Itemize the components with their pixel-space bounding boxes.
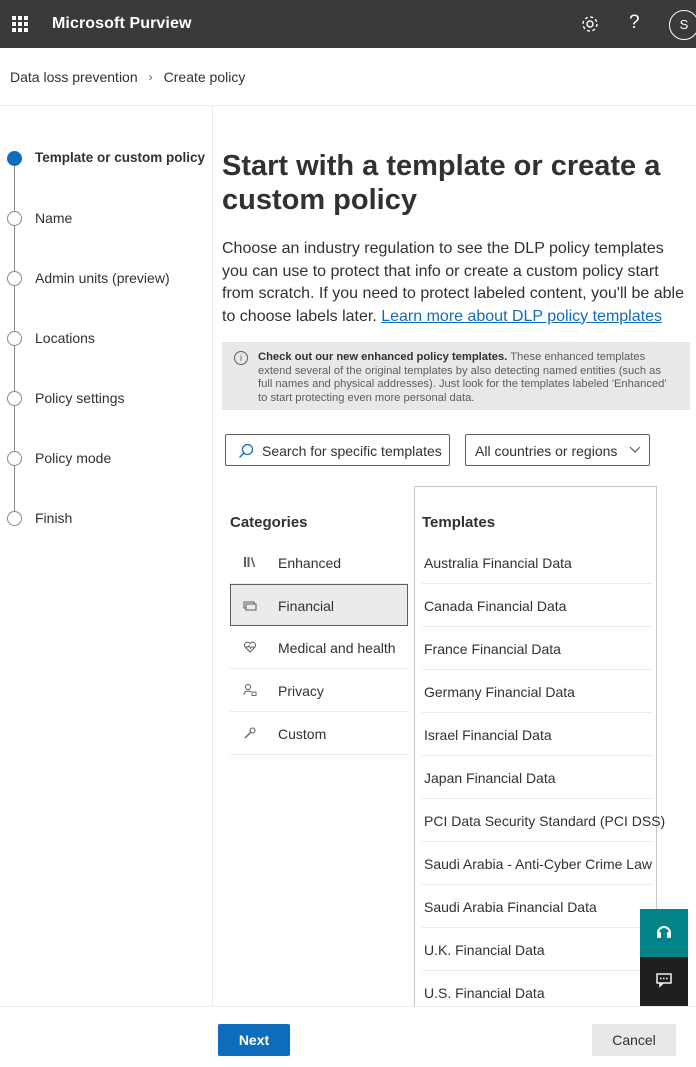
search-placeholder: Search for specific templates [262, 443, 442, 459]
templates-list: Australia Financial Data Canada Financia… [422, 541, 665, 1014]
step-label: Policy mode [35, 450, 112, 466]
template-item[interactable]: France Financial Data [422, 627, 652, 670]
categories-list: Enhanced Financial Medical and health Pr… [230, 541, 408, 755]
money-icon [243, 601, 257, 611]
heart-icon [243, 641, 257, 653]
person-lock-icon [243, 684, 257, 696]
page-title: Start with a template or create a custom… [222, 150, 661, 216]
step-label: Locations [35, 330, 95, 346]
breadcrumb-dlp[interactable]: Data loss prevention [10, 69, 138, 85]
chevron-down-icon [629, 446, 641, 453]
chevron-right-icon: › [148, 70, 153, 84]
step-label: Finish [35, 510, 73, 526]
step-policy-mode[interactable]: Policy mode [0, 446, 213, 470]
step-pending-icon [7, 451, 22, 466]
region-dropdown-value: All countries or regions [475, 443, 618, 459]
help-icon[interactable]: ? [629, 12, 640, 34]
category-privacy[interactable]: Privacy [230, 669, 408, 712]
library-icon [244, 557, 256, 568]
step-pending-icon [7, 331, 22, 346]
step-name[interactable]: Name [0, 206, 213, 230]
category-label: Enhanced [278, 555, 342, 571]
wizard-footer: Next Cancel [0, 1007, 696, 1067]
category-financial[interactable]: Financial [230, 584, 408, 626]
search-icon [239, 443, 254, 458]
template-item[interactable]: Canada Financial Data [422, 584, 652, 627]
region-dropdown[interactable]: All countries or regions [465, 434, 650, 466]
step-pending-icon [7, 211, 22, 226]
banner-bold-text: Check out our new enhanced policy templa… [258, 351, 508, 363]
top-bar: Microsoft Purview ? S [0, 0, 696, 48]
next-button[interactable]: Next [218, 1024, 290, 1056]
wizard-stepper: Template or custom policy Name Admin uni… [0, 106, 213, 1006]
settings-gear-icon[interactable] [579, 13, 601, 35]
template-item[interactable]: U.K. Financial Data [422, 928, 652, 971]
step-template[interactable]: Template or custom policy [0, 146, 213, 170]
step-label: Admin units (preview) [35, 270, 170, 286]
breadcrumb: Data loss prevention › Create policy [10, 69, 245, 85]
template-item[interactable]: Japan Financial Data [422, 756, 652, 799]
step-pending-icon [7, 271, 22, 286]
step-policy-settings[interactable]: Policy settings [0, 386, 213, 410]
category-custom[interactable]: Custom [230, 712, 408, 755]
feedback-button[interactable] [640, 957, 688, 1006]
wrench-icon [244, 727, 256, 739]
template-item[interactable]: Germany Financial Data [422, 670, 652, 713]
template-item[interactable]: Saudi Arabia Financial Data [422, 885, 652, 928]
category-medical[interactable]: Medical and health [230, 626, 408, 669]
step-current-icon [7, 151, 22, 166]
template-item[interactable]: PCI Data Security Standard (PCI DSS) [422, 799, 665, 842]
category-label: Financial [278, 598, 335, 614]
template-item[interactable]: Israel Financial Data [422, 713, 652, 756]
step-pending-icon [7, 391, 22, 406]
info-banner: i Check out our new enhanced policy temp… [222, 342, 690, 410]
template-search-input[interactable]: Search for specific templates [225, 434, 450, 466]
category-label: Privacy [278, 683, 324, 699]
help-assistant-button[interactable] [640, 909, 688, 957]
breadcrumb-create-policy: Create policy [163, 69, 246, 85]
category-label: Medical and health [278, 640, 396, 656]
template-item[interactable]: Australia Financial Data [422, 541, 652, 584]
app-title[interactable]: Microsoft Purview [52, 15, 192, 33]
user-avatar[interactable]: S [669, 10, 696, 40]
category-label: Custom [278, 726, 327, 742]
step-pending-icon [7, 511, 22, 526]
info-icon: i [234, 351, 248, 365]
page-description: Choose an industry regulation to see the… [222, 238, 692, 328]
chat-icon [656, 973, 672, 988]
cancel-button[interactable]: Cancel [592, 1024, 676, 1056]
templates-header: Templates [422, 514, 496, 531]
categories-header: Categories [230, 514, 308, 531]
learn-more-link[interactable]: Learn more about DLP policy templates [381, 308, 662, 325]
panel-divider [414, 486, 415, 1006]
template-item[interactable]: Saudi Arabia - Anti-Cyber Crime Law [422, 842, 652, 885]
step-locations[interactable]: Locations [0, 326, 213, 350]
panel-border [414, 486, 657, 487]
step-label: Template or custom policy [35, 150, 206, 165]
headset-icon [657, 926, 671, 938]
step-finish[interactable]: Finish [0, 506, 213, 530]
step-label: Policy settings [35, 390, 125, 406]
step-admin-units[interactable]: Admin units (preview) [0, 266, 213, 290]
step-label: Name [35, 210, 73, 226]
category-enhanced[interactable]: Enhanced [230, 541, 408, 584]
app-launcher-icon[interactable] [12, 16, 28, 32]
